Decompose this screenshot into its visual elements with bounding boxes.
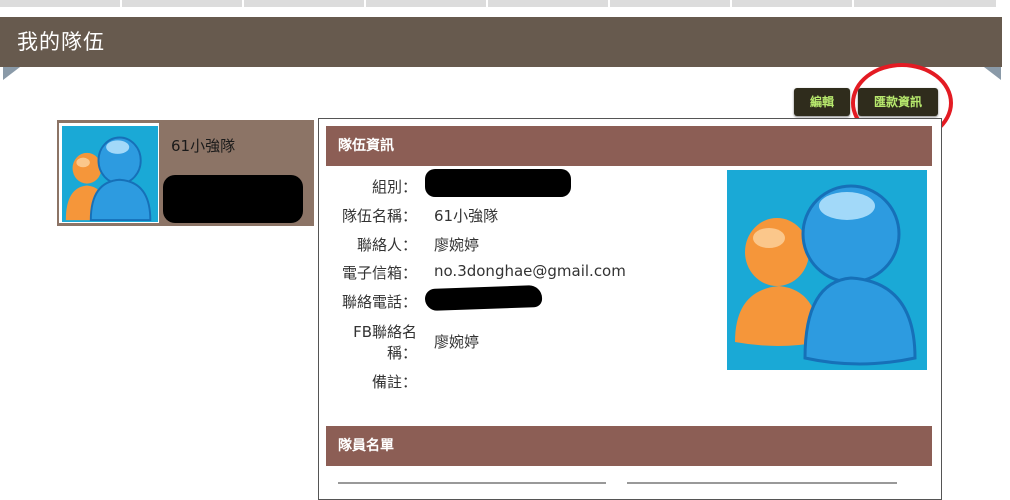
users-icon [62,126,158,222]
top-tab[interactable] [732,0,854,7]
redaction-mark [163,175,303,223]
top-tab-strip [0,0,1002,7]
team-name-label: 隊伍名稱： [341,207,417,225]
members-header: 隊員名單 [326,426,932,466]
contact-value: 廖婉婷 [434,236,480,254]
ribbon-fold-left [3,67,20,80]
users-icon [727,170,927,370]
page-title: 我的隊伍 [17,30,105,54]
team-info-header: 隊伍資訊 [326,126,932,166]
fb-name-label-line1: FB聯絡名 [353,323,417,341]
team-card-name: 61小強隊 [171,137,236,155]
top-tab[interactable] [610,0,732,7]
phone-label: 聯絡電話： [341,293,417,311]
members-header-label: 隊員名單 [338,438,394,454]
page-title-bar: 我的隊伍 [0,17,1002,67]
top-tab[interactable] [488,0,610,7]
redaction-mark [424,284,543,312]
fb-name-value: 廖婉婷 [434,333,480,351]
email-value: no.3donghae@gmail.com [434,262,626,280]
fb-name-label-line2: 稱： [386,344,417,362]
team-photo [727,170,927,370]
top-tab[interactable] [122,0,244,7]
remit-info-button[interactable]: 匯款資訊 [858,88,938,116]
edit-button[interactable]: 編輯 [794,88,850,116]
team-name-value: 61小強隊 [434,207,499,225]
email-label: 電子信箱： [341,264,417,282]
top-tab[interactable] [0,0,122,7]
group-label: 組別： [371,178,417,196]
contact-label: 聯絡人： [356,236,417,254]
top-tab[interactable] [366,0,488,7]
team-avatar [59,123,159,223]
notes-label: 備註： [371,373,417,391]
team-info-header-label: 隊伍資訊 [338,138,394,154]
ribbon-fold-right [984,67,1001,80]
redaction-mark [425,169,571,197]
top-tab[interactable] [854,0,998,7]
top-tab[interactable] [244,0,366,7]
